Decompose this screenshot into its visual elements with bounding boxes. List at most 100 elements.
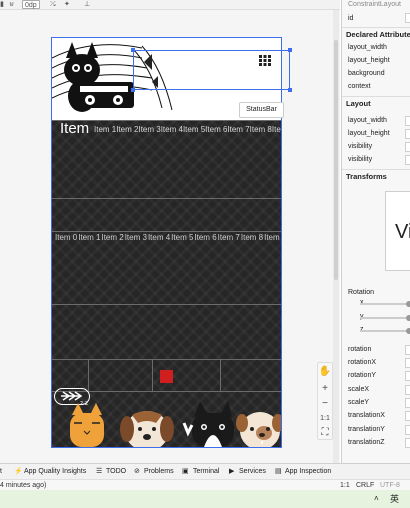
resize-handle[interactable] [288,88,292,92]
slider-thumb[interactable] [406,301,410,307]
tab-item[interactable]: Item 8 [250,125,272,134]
tab-item[interactable]: Item 0 [55,233,77,242]
fit-screen-icon[interactable]: ⛶ [318,426,332,439]
attr-id: id [348,15,354,22]
transform-field[interactable] [405,438,410,448]
statusbar-label[interactable]: StatusBar [239,102,284,118]
hand-icon[interactable]: ✋ [318,365,332,378]
tab-item[interactable]: Item 1 [94,125,116,134]
transform-row[interactable]: rotation [342,343,410,356]
transform-row[interactable]: rotationY [342,369,410,382]
problems-icon: ⊘ [134,468,140,475]
layout-preview[interactable]: Item Item 1Item 2Item 3Item 4Item 5Item … [51,37,282,448]
transform-preview-text: Vi [395,221,410,243]
layout-width-field[interactable] [405,116,410,126]
scroll-thumb[interactable] [334,40,338,280]
tab-item[interactable]: Item 8 [241,233,263,242]
attr-row[interactable]: background [342,67,410,80]
slider-thumb[interactable] [406,328,410,334]
resize-handle[interactable] [131,48,135,52]
zoom-in-button[interactable]: + [318,382,332,395]
tab-item[interactable]: Item 3 [125,233,147,242]
quality-icon: ⚡ [14,468,23,475]
tool-tab-app-quality[interactable]: App Quality Insights [24,464,86,480]
tab-item[interactable]: Item 2 [101,233,123,242]
divider [52,198,281,199]
tool-window-bar: t ⚡ App Quality Insights ☰ TODO ⊘ Proble… [0,463,410,479]
layout-height-field[interactable] [405,129,410,139]
tool-tab-problems[interactable]: Problems [144,464,174,480]
layout-row[interactable]: visibility [342,153,410,166]
resize-handle[interactable] [288,48,292,52]
transform-field[interactable] [405,385,410,395]
ime-indicator[interactable]: 英 [390,490,399,508]
transform-row[interactable]: translationX [342,409,410,422]
zoom-out-button[interactable]: − [318,397,332,410]
tab-item[interactable]: Item 5 [183,125,205,134]
resize-handle[interactable] [131,88,135,92]
grid-icon[interactable] [258,54,272,67]
tool-tab-app-inspection[interactable]: App Inspection [285,464,331,480]
transform-row[interactable]: rotationX [342,356,410,369]
rotation-y-slider[interactable] [360,317,410,319]
tab-item[interactable]: Item 6 [194,233,216,242]
attr-row[interactable]: layout_height [342,54,410,67]
attr-row[interactable]: context [342,80,410,93]
divider [220,359,221,391]
transform-field[interactable] [405,398,410,408]
declared-attributes-header[interactable]: Declared Attributes [342,27,410,41]
actual-size-icon[interactable]: 1:1 [318,412,332,425]
tools-visibility-field[interactable] [405,155,410,165]
pan-icon[interactable]: ▮ [0,0,4,9]
tab-item[interactable]: Item 9 [272,125,281,134]
transform-row[interactable]: scaleY [342,396,410,409]
tool-tab-terminal[interactable]: Terminal [193,464,219,480]
clear-constraints-icon[interactable]: ⤯ [50,0,56,9]
tool-tab-todo[interactable]: TODO [106,464,126,480]
transform-row[interactable]: scaleX [342,383,410,396]
infer-constraints-icon[interactable]: ✦ [64,0,70,9]
list-icon: ☰ [96,468,103,475]
transforms-header[interactable]: Transforms [342,169,410,183]
tab-item[interactable]: Item 7 [218,233,240,242]
tab-item[interactable]: Item 6 [205,125,227,134]
transform-field[interactable] [405,371,410,381]
tool-tab-partial[interactable]: t [0,464,2,480]
selected-tab-label[interactable]: Item [60,121,89,137]
tab-item[interactable]: Item 4 [161,125,183,134]
os-taskbar: ˄ 英 [0,490,410,508]
tab-item[interactable]: Item 3 [138,125,160,134]
tab-item[interactable]: Item 5 [171,233,193,242]
attr-row[interactable]: layout_width [342,41,410,54]
stop-button[interactable] [160,370,173,383]
tab-item[interactable]: Item 1 [78,233,100,242]
transform-field[interactable] [405,358,410,368]
canvas-vertical-scrollbar[interactable] [333,10,339,463]
id-field[interactable] [405,13,410,23]
layout-row[interactable]: visibility [342,140,410,153]
tab-item[interactable]: Item 2 [116,125,138,134]
transform-field[interactable] [405,425,410,435]
default-margin-field[interactable]: 0dp [22,0,40,9]
chevron-up-icon[interactable]: ˄ [374,490,379,508]
transform-row[interactable]: translationY [342,423,410,436]
tab-item[interactable]: Item 7 [227,125,249,134]
tab-strip-bottom: Item 0Item 1Item 2Item 3Item 4Item 5Item… [55,232,281,244]
rotation-x-slider[interactable] [360,303,410,305]
tab-item[interactable]: Item 4 [148,233,170,242]
visibility-field[interactable] [405,142,410,152]
transform-row[interactable]: translationZ [342,436,410,449]
layout-header[interactable]: Layout [342,96,410,110]
component-name: ConstraintLayout [348,1,401,8]
slider-thumb[interactable] [406,315,410,321]
tab-item[interactable]: Item 9 [264,233,281,242]
guidelines-icon[interactable]: ⊥ [84,0,90,9]
rotation-z-slider[interactable] [360,330,410,332]
tab-strip-top: Item 1Item 2Item 3Item 4Item 5Item 6Item… [94,125,281,134]
transform-field[interactable] [405,345,410,355]
tool-tab-services[interactable]: Services [239,464,266,480]
transform-field[interactable] [405,411,410,421]
layout-row[interactable]: layout_height [342,127,410,140]
magnet-icon[interactable]: ⊍ [9,0,14,9]
layout-row[interactable]: layout_width [342,114,410,127]
